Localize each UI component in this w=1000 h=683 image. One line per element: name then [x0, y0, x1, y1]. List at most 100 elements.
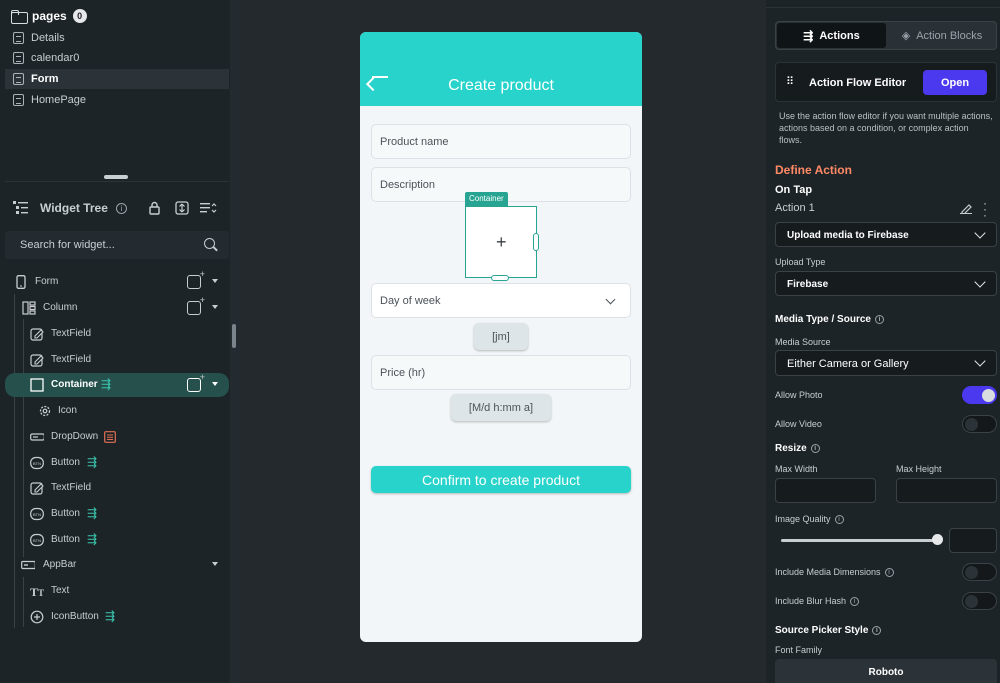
tab-actions[interactable]: ⇶ Actions — [777, 23, 886, 48]
font-family-selector[interactable]: Roboto — [775, 659, 997, 683]
source-picker-style-heading: Source Picker Style i — [775, 625, 882, 636]
page-item-form[interactable]: Form — [5, 69, 229, 89]
tree-node-button[interactable]: BTN Button ⇶ — [5, 502, 229, 526]
edit-icon[interactable] — [960, 202, 972, 214]
tree-node-textfield[interactable]: TextField — [5, 476, 229, 500]
tree-node-label: Text — [51, 585, 70, 596]
sort-options-icon[interactable] — [200, 202, 217, 214]
tree-node-container[interactable]: Container ⇶ — [5, 372, 229, 397]
media-source-dropdown[interactable]: Either Camera or Gallery — [775, 350, 997, 376]
add-widget-icon[interactable] — [187, 372, 205, 392]
tree-node-appbar[interactable]: AppBar — [5, 553, 229, 577]
max-width-input[interactable] — [775, 478, 876, 503]
chevron-down-icon[interactable] — [212, 382, 218, 386]
gear-icon — [39, 405, 51, 417]
tree-node-label: Form — [35, 276, 59, 287]
slider-thumb[interactable] — [931, 534, 943, 545]
widget-search-input[interactable]: Search for widget... — [5, 231, 229, 259]
page-item-details[interactable]: Details — [5, 28, 229, 48]
include-media-dimensions-toggle[interactable] — [962, 563, 997, 581]
chevron-down-icon — [974, 355, 986, 367]
tree-node-button[interactable]: BTN Button ⇶ — [5, 451, 229, 475]
chevron-down-icon[interactable] — [212, 305, 218, 309]
resize-handle-bottom[interactable] — [491, 275, 509, 281]
product-name-field[interactable]: Product name — [371, 124, 631, 159]
include-blur-hash-toggle[interactable] — [962, 592, 997, 610]
info-icon[interactable]: i — [874, 314, 884, 324]
dropdown-value: Either Camera or Gallery — [787, 358, 909, 370]
more-options-icon[interactable]: · · · — [983, 197, 987, 221]
info-icon[interactable]: i — [810, 443, 820, 453]
dropdown-placeholder: Day of week — [380, 295, 441, 307]
tree-node-icon[interactable]: Icon — [5, 399, 229, 423]
add-widget-icon[interactable] — [187, 295, 205, 315]
svg-text:BTN: BTN — [33, 461, 41, 466]
svg-text:T: T — [38, 588, 44, 598]
info-icon[interactable]: i — [884, 568, 894, 578]
tree-node-text[interactable]: TT Text — [5, 579, 229, 603]
scrollbar-thumb[interactable] — [232, 324, 236, 348]
page-item-homepage[interactable]: HomePage — [5, 90, 229, 110]
label-text: Include Blur Hash — [775, 596, 847, 606]
column-icon — [22, 301, 36, 315]
tree-node-label: Button — [51, 457, 80, 468]
phone-preview: Create product Product name Description … — [360, 32, 642, 642]
tree-node-label: Button — [51, 534, 80, 545]
image-quality-slider[interactable] — [781, 539, 937, 542]
action-type-dropdown[interactable]: Upload media to Firebase — [775, 222, 997, 247]
heading-text: Resize — [775, 443, 807, 454]
tab-action-blocks[interactable]: ◈ Action Blocks — [888, 23, 996, 48]
tree-node-textfield[interactable]: TextField — [5, 322, 229, 346]
allow-video-toggle[interactable] — [962, 415, 997, 433]
resize-heading: Resize i — [775, 443, 820, 454]
widget-tree-title: Widget Tree — [40, 201, 108, 215]
tree-node-iconbutton[interactable]: IconButton ⇶ — [5, 605, 229, 629]
expand-collapse-icon[interactable] — [175, 201, 189, 215]
price-field[interactable]: Price (hr) — [371, 355, 631, 390]
add-widget-icon[interactable] — [187, 269, 205, 289]
info-icon[interactable]: i — [834, 515, 844, 525]
chevron-down-icon[interactable] — [212, 562, 218, 566]
resize-handle-right[interactable] — [533, 233, 539, 251]
tree-node-label: TextField — [51, 482, 92, 493]
folder-icon — [11, 10, 28, 24]
chevron-down-icon[interactable] — [212, 279, 218, 283]
max-height-input[interactable] — [896, 478, 997, 503]
confirm-button[interactable]: Confirm to create product — [371, 466, 631, 493]
pages-count-badge: 0 — [72, 9, 87, 23]
textfield-icon — [30, 354, 44, 367]
info-icon[interactable]: i — [850, 597, 860, 607]
search-icon[interactable] — [204, 238, 215, 249]
datetime-button[interactable]: [M/d h:mm a] — [451, 394, 551, 421]
tree-node-label: Icon — [58, 405, 77, 416]
tree-node-dropdown[interactable]: DropDown — [5, 425, 229, 449]
tree-node-column[interactable]: Column — [5, 295, 229, 320]
lock-icon[interactable] — [149, 201, 160, 215]
actions-tab-switch: ⇶ Actions ◈ Action Blocks — [775, 21, 997, 50]
allow-photo-toggle[interactable] — [962, 386, 997, 404]
upload-type-dropdown[interactable]: Firebase — [775, 271, 997, 296]
day-of-week-dropdown[interactable]: Day of week — [371, 283, 631, 318]
page-icon — [13, 32, 24, 44]
table-icon — [104, 431, 116, 443]
page-label: calendar0 — [31, 52, 80, 64]
plus-icon: + — [496, 232, 507, 252]
action-flow-icon: ⇶ — [101, 377, 112, 391]
info-icon[interactable]: i — [116, 203, 127, 214]
dropdown-icon — [30, 433, 44, 441]
widget-tree-header: Widget Tree i — [5, 195, 229, 221]
app-bar[interactable]: Create product — [360, 32, 642, 106]
tree-node-button[interactable]: BTN Button ⇶ — [5, 528, 229, 552]
panel-resize-handle[interactable] — [104, 175, 128, 179]
toggle-knob — [965, 418, 978, 431]
image-container[interactable]: + — [465, 206, 537, 278]
info-icon[interactable]: i — [872, 625, 882, 635]
time-button[interactable]: [jm] — [474, 323, 528, 350]
tree-node-form[interactable]: Form — [5, 269, 229, 294]
open-flow-editor-button[interactable]: Open — [923, 70, 987, 95]
page-item-calendar0[interactable]: calendar0 — [5, 48, 229, 68]
pages-header[interactable]: pages 0 — [11, 6, 87, 26]
tree-node-textfield[interactable]: TextField — [5, 348, 229, 372]
image-quality-input[interactable] — [949, 528, 997, 553]
appbar-icon — [21, 560, 35, 570]
